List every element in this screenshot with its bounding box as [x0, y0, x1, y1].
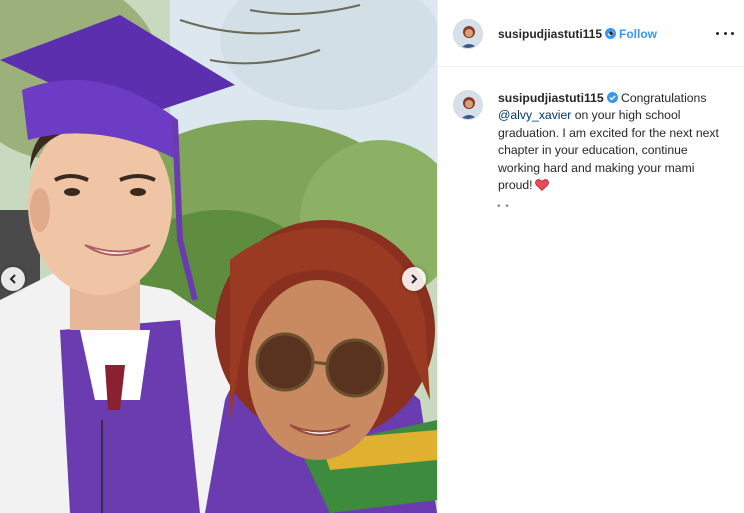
avatar[interactable] [453, 90, 483, 120]
graduation-photo [0, 0, 437, 513]
follow-button[interactable]: Follow [619, 27, 657, 41]
profile-picture [454, 20, 482, 48]
caption-username[interactable]: susipudjiastuti115 [498, 91, 604, 105]
previous-photo-button[interactable] [1, 267, 25, 291]
chevron-right-icon [411, 274, 418, 284]
post-author-username[interactable]: susipudjiastuti115 [498, 27, 617, 41]
verified-badge-icon [606, 92, 618, 103]
post-media[interactable] [0, 0, 437, 513]
heart-emoji-icon [534, 179, 549, 191]
chevron-left-icon [9, 274, 16, 284]
avatar[interactable] [453, 19, 483, 49]
mention-link[interactable]: @alvy_xavier [498, 108, 571, 122]
post-side-panel: susipudjiastuti115 • Follow susipudjiast… [437, 0, 744, 513]
caption-text-start: Congratulations [617, 91, 707, 105]
post-header: susipudjiastuti115 • Follow [438, 0, 744, 67]
profile-picture [454, 91, 482, 119]
caption-text: susipudjiastuti115 Congratulations @alvy… [498, 90, 730, 194]
loading-dots: • • [497, 201, 510, 212]
next-photo-button[interactable] [402, 267, 426, 291]
username-text[interactable]: susipudjiastuti115 [498, 27, 602, 41]
separator-dot: • [609, 26, 614, 40]
more-options-icon[interactable] [716, 24, 734, 42]
